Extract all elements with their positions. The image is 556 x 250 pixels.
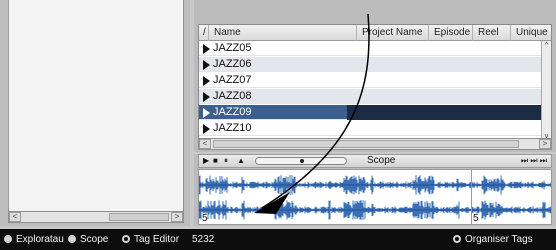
column-header-project-name[interactable]: Project Name (357, 25, 429, 41)
tag-editor-toggle[interactable]: Tag Editor (122, 229, 179, 250)
scope-label: Scope (80, 234, 109, 245)
row-name: JAZZ06 (213, 58, 252, 70)
triangle-right-icon (203, 44, 210, 54)
left-horizontal-scrollbar[interactable]: < > (8, 211, 184, 223)
table-vertical-scrollbar[interactable]: ^ v (541, 41, 551, 139)
playback-marker (471, 170, 472, 224)
scope-title: Scope (367, 155, 396, 166)
row-name: JAZZ05 (213, 42, 252, 54)
sort-indicator: / (199, 25, 209, 41)
triangle-right-icon (203, 124, 210, 134)
column-header-name[interactable]: Name (209, 25, 357, 41)
pause-icon[interactable]: ⏸ (224, 156, 228, 166)
table-row[interactable]: JAZZ08 (199, 89, 543, 104)
triangle-right-icon (203, 60, 210, 70)
scroll-thumb[interactable] (109, 213, 169, 221)
waveform-display[interactable]: 5 5 (198, 169, 552, 225)
radio-button-icon (453, 235, 461, 243)
row-name: JAZZ09 (213, 106, 252, 118)
scope-toggle[interactable]: Scope (68, 229, 108, 250)
tag-editor-label: Tag Editor (134, 234, 180, 245)
marker-label: 5 (473, 213, 479, 224)
scroll-left-button[interactable]: < (9, 212, 21, 222)
triangle-right-icon (203, 108, 210, 118)
explorer-label: Exploratau (16, 234, 64, 245)
column-header-reel[interactable]: Reel (473, 25, 511, 41)
radio-button-icon (122, 235, 130, 243)
scroll-right-button[interactable]: > (539, 139, 551, 149)
table-header: / Name Project Name Episode Reel Unique … (199, 25, 551, 41)
scope-toolbar: ▶ ■ ⏸ ▲ Scope ⏭ ⏭ ⏭ (198, 154, 552, 168)
left-browser-panel: < > (0, 0, 190, 226)
row-name: JAZZ10 (213, 122, 252, 134)
row-name: JAZZ08 (213, 90, 252, 102)
column-header-unique-id[interactable]: Unique ID (511, 25, 551, 41)
table-row[interactable]: JAZZ06 (199, 57, 543, 72)
waveform (199, 175, 551, 220)
table-row-selected[interactable]: JAZZ09 (199, 105, 543, 120)
table-row[interactable]: JAZZ07 (199, 73, 543, 88)
organiser-tags-toggle[interactable]: Organiser Tags (453, 229, 533, 250)
selection-highlight (347, 105, 543, 120)
column-header-episode[interactable]: Episode (429, 25, 473, 41)
left-file-list[interactable] (8, 0, 184, 212)
slider-knob[interactable] (300, 159, 304, 163)
start-label: 5 (202, 213, 208, 224)
scope-panel: ▶ ■ ⏸ ▲ Scope ⏭ ⏭ ⏭ 5 5 (194, 154, 556, 226)
table-row[interactable]: JAZZ05 (199, 41, 543, 56)
stop-icon[interactable]: ■ (213, 156, 218, 166)
item-count: 5232 (192, 234, 215, 245)
status-bar: Exploratau Scope Tag Editor 5232 Organis… (0, 229, 556, 250)
radio-button-icon (4, 235, 12, 243)
table-row[interactable]: JAZZ10 (199, 121, 543, 136)
triangle-right-icon (203, 76, 210, 86)
explorer-toggle[interactable]: Exploratau (4, 229, 64, 250)
loop-icon[interactable]: ▲ (237, 156, 245, 166)
triangle-right-icon (203, 92, 210, 102)
table-horizontal-scrollbar[interactable]: < > (198, 138, 552, 150)
scope-nav-icons[interactable]: ⏭ ⏭ ⏭ (521, 156, 547, 166)
play-icon[interactable]: ▶ (203, 156, 209, 166)
organiser-label: Organiser Tags (465, 234, 533, 245)
row-name: JAZZ07 (213, 74, 252, 86)
scroll-thumb[interactable] (213, 140, 519, 148)
results-panel: / Name Project Name Episode Reel Unique … (194, 0, 556, 152)
scroll-up-button[interactable]: ^ (542, 41, 551, 50)
results-table: / Name Project Name Episode Reel Unique … (198, 24, 552, 140)
position-slider[interactable] (255, 157, 347, 165)
scroll-right-button[interactable]: > (171, 212, 183, 222)
radio-button-icon (68, 235, 76, 243)
scroll-left-button[interactable]: < (199, 139, 211, 149)
